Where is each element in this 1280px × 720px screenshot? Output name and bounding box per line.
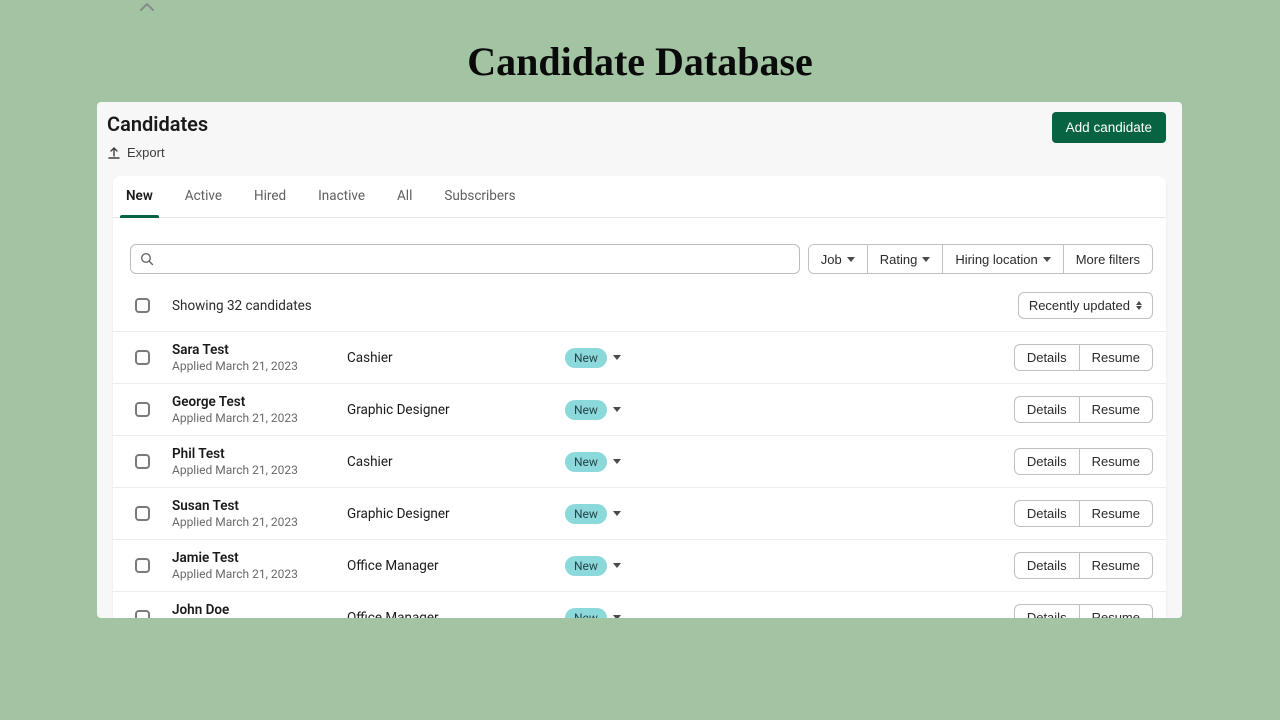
caret-down-icon [1043, 257, 1051, 262]
candidate-rows: Sara TestApplied March 21, 2023CashierNe… [113, 331, 1166, 618]
status-badge: New [565, 556, 607, 576]
filter-hiring-location-label: Hiring location [955, 252, 1037, 267]
filter-group: Job Rating Hiring location More filters [808, 244, 1153, 274]
job-title: Graphic Designer [347, 506, 565, 522]
applied-date: Applied March 21, 2023 [172, 411, 347, 425]
table-row: Sara TestApplied March 21, 2023CashierNe… [113, 331, 1166, 383]
page-title: Candidate Database [0, 0, 1280, 85]
table-row: John DoeApplied March 21, 2023Office Man… [113, 591, 1166, 618]
row-checkbox[interactable] [135, 558, 150, 573]
sort-icon [1136, 301, 1142, 310]
job-title: Office Manager [347, 558, 565, 574]
status-badge: New [565, 504, 607, 524]
row-checkbox[interactable] [135, 454, 150, 469]
resume-button[interactable]: Resume [1080, 396, 1153, 423]
job-title: Graphic Designer [347, 402, 565, 418]
details-button[interactable]: Details [1014, 500, 1080, 527]
filter-rating-label: Rating [880, 252, 918, 267]
caret-down-icon[interactable] [613, 355, 621, 360]
chevron-up-icon [140, 2, 154, 12]
caret-down-icon[interactable] [613, 407, 621, 412]
candidate-name: Sara Test [172, 342, 347, 358]
details-button[interactable]: Details [1014, 448, 1080, 475]
filter-rating[interactable]: Rating [868, 245, 944, 273]
header: Candidates Export Add candidate [97, 102, 1182, 166]
details-button[interactable]: Details [1014, 604, 1080, 618]
candidate-name: John Doe [172, 602, 347, 618]
tab-all[interactable]: All [397, 176, 412, 217]
candidate-name: Jamie Test [172, 550, 347, 566]
caret-down-icon[interactable] [613, 563, 621, 568]
details-button[interactable]: Details [1014, 552, 1080, 579]
candidate-name: Phil Test [172, 446, 347, 462]
search-icon [140, 252, 154, 266]
filter-job[interactable]: Job [809, 245, 868, 273]
status-badge: New [565, 348, 607, 368]
search-input[interactable] [130, 244, 800, 274]
table-row: Jamie TestApplied March 21, 2023Office M… [113, 539, 1166, 591]
status-badge: New [565, 400, 607, 420]
main-card: New Active Hired Inactive All Subscribers Job… [113, 176, 1166, 618]
showing-count: Showing 32 candidates [172, 298, 312, 314]
caret-down-icon [847, 257, 855, 262]
caret-down-icon[interactable] [613, 459, 621, 464]
resume-button[interactable]: Resume [1080, 500, 1153, 527]
resume-button[interactable]: Resume [1080, 344, 1153, 371]
resume-button[interactable]: Resume [1080, 448, 1153, 475]
filter-more-label: More filters [1076, 252, 1140, 267]
app-window: Candidates Export Add candidate New Activ… [97, 102, 1182, 618]
row-checkbox[interactable] [135, 610, 150, 618]
resume-button[interactable]: Resume [1080, 552, 1153, 579]
sort-label: Recently updated [1029, 298, 1130, 313]
job-title: Cashier [347, 454, 565, 470]
table-row: Phil TestApplied March 21, 2023CashierNe… [113, 435, 1166, 487]
row-checkbox[interactable] [135, 506, 150, 521]
resume-button[interactable]: Resume [1080, 604, 1153, 618]
add-candidate-button[interactable]: Add candidate [1052, 112, 1166, 143]
tabs: New Active Hired Inactive All Subscribers [113, 176, 1166, 218]
meta-row: Showing 32 candidates Recently updated [113, 288, 1166, 331]
row-checkbox[interactable] [135, 402, 150, 417]
tab-hired[interactable]: Hired [254, 176, 286, 217]
caret-down-icon[interactable] [613, 615, 621, 618]
upload-icon [107, 146, 121, 160]
tab-subscribers[interactable]: Subscribers [444, 176, 515, 217]
filter-more[interactable]: More filters [1064, 245, 1152, 273]
applied-date: Applied March 21, 2023 [172, 567, 347, 581]
filter-job-label: Job [821, 252, 842, 267]
job-title: Cashier [347, 350, 565, 366]
tab-new[interactable]: New [126, 176, 153, 217]
export-label: Export [127, 145, 165, 160]
table-row: George TestApplied March 21, 2023Graphic… [113, 383, 1166, 435]
details-button[interactable]: Details [1014, 396, 1080, 423]
candidate-name: George Test [172, 394, 347, 410]
candidate-name: Susan Test [172, 498, 347, 514]
caret-down-icon [922, 257, 930, 262]
export-button[interactable]: Export [107, 143, 208, 162]
filter-hiring-location[interactable]: Hiring location [943, 245, 1063, 273]
status-badge: New [565, 608, 607, 619]
header-title: Candidates [107, 112, 208, 136]
job-title: Office Manager [347, 610, 565, 619]
row-checkbox[interactable] [135, 350, 150, 365]
details-button[interactable]: Details [1014, 344, 1080, 371]
applied-date: Applied March 21, 2023 [172, 463, 347, 477]
select-all-checkbox[interactable] [135, 298, 150, 313]
applied-date: Applied March 21, 2023 [172, 359, 347, 373]
toolbar: Job Rating Hiring location More filters [113, 218, 1166, 288]
status-badge: New [565, 452, 607, 472]
tab-active[interactable]: Active [185, 176, 222, 217]
table-row: Susan TestApplied March 21, 2023Graphic … [113, 487, 1166, 539]
applied-date: Applied March 21, 2023 [172, 515, 347, 529]
sort-button[interactable]: Recently updated [1018, 292, 1153, 319]
tab-inactive[interactable]: Inactive [318, 176, 365, 217]
caret-down-icon[interactable] [613, 511, 621, 516]
